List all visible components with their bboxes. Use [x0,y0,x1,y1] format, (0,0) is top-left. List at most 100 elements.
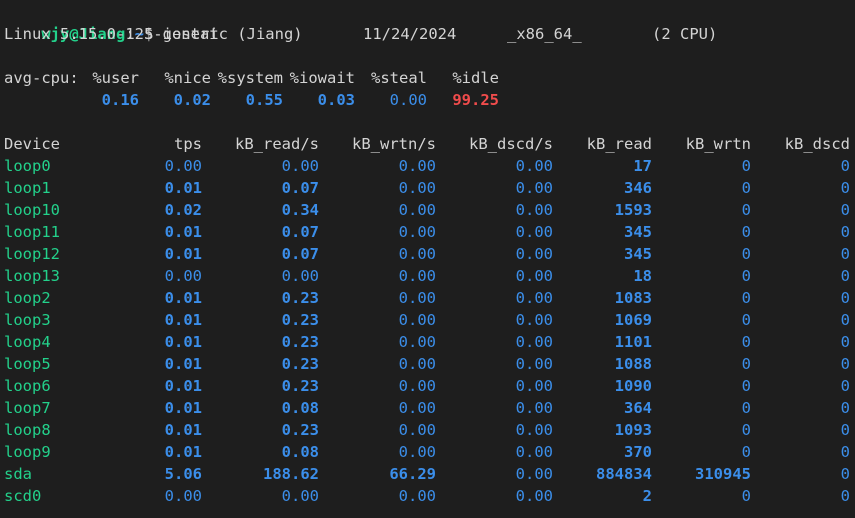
table-cell: 0.00 [164,267,202,285]
device-name: loop4 [4,333,51,351]
table-row: loop2 0.01 0.23 0.00 0.00 1083 0 0 [4,287,855,309]
table-cell: 0.00 [398,443,436,461]
table-cell: 0.00 [398,201,436,219]
device-table: Device tps kB_read/s kB_wrtn/s kB_dscd/s kB_r… [4,133,855,507]
avg-cpu-label: avg-cpu: [4,69,79,87]
cpu-value-user: 0.16 [101,91,139,109]
cpu-header-steal: %steal [371,69,427,87]
table-cell: 0.00 [398,311,436,329]
table-cell: 0 [840,421,850,439]
table-cell: 0.00 [515,201,553,219]
table-row: scd0 0.00 0.00 0.00 0.00 2 0 0 [4,485,855,507]
table-cell: 18 [633,267,652,285]
device-name: loop7 [4,399,51,417]
table-cell: 0.00 [515,443,553,461]
sysinfo-line: Linux 5.15.0-125-generic (Jiang) 11/24/2… [4,23,855,45]
table-cell: 0 [840,289,850,307]
table-cell: 0.00 [515,311,553,329]
table-cell: 0 [840,223,850,241]
table-row: loop8 0.01 0.23 0.00 0.00 1093 0 0 [4,419,855,441]
table-cell: 0 [840,311,850,329]
kernel-info: Linux 5.15.0-125-generic (Jiang) [4,25,303,43]
table-cell: 0 [741,223,751,241]
table-cell: 0.01 [164,289,202,307]
cpu-count-info: (2 CPU) [652,25,718,43]
device-name: loop11 [4,223,60,241]
column-header-kb_dscd: kB_dscd [784,135,850,153]
table-row: loop13 0.00 0.00 0.00 0.00 18 0 0 [4,265,855,287]
table-cell: 0 [840,157,850,175]
table-cell: 310945 [695,465,751,483]
table-cell: 0.00 [515,355,553,373]
table-cell: 0.23 [281,289,319,307]
table-cell: 5.06 [164,465,202,483]
table-cell: 0.00 [398,179,436,197]
cpu-header-system: %system [217,69,283,87]
table-cell: 0.01 [164,443,202,461]
table-cell: 0.00 [398,399,436,417]
table-cell: 0 [840,179,850,197]
table-cell: 1101 [614,333,652,351]
arch-info: _x86_64_ [507,25,582,43]
table-cell: 0 [741,157,751,175]
table-cell: 0.00 [398,377,436,395]
table-cell: 0.01 [164,311,202,329]
device-name: loop13 [4,267,60,285]
table-cell: 0.02 [164,201,202,219]
table-cell: 0 [741,421,751,439]
cpu-header-iowait: %iowait [289,69,355,87]
table-cell: 0.00 [515,421,553,439]
table-row: loop1 0.01 0.07 0.00 0.00 346 0 0 [4,177,855,199]
table-row: loop7 0.01 0.08 0.00 0.00 364 0 0 [4,397,855,419]
column-header-kb_dscd-s: kB_dscd/s [469,135,553,153]
table-cell: 1069 [614,311,652,329]
table-cell: 0.23 [281,421,319,439]
table-cell: 0.07 [281,179,319,197]
column-header-kb_read: kB_read [586,135,652,153]
table-cell: 0.01 [164,223,202,241]
table-row: loop6 0.01 0.23 0.00 0.00 1090 0 0 [4,375,855,397]
table-cell: 0.01 [164,421,202,439]
table-row: loop5 0.01 0.23 0.00 0.00 1088 0 0 [4,353,855,375]
table-cell: 0.00 [281,487,319,505]
table-cell: 0 [840,443,850,461]
table-cell: 0.00 [515,289,553,307]
device-name: loop0 [4,157,51,175]
table-cell: 0.01 [164,399,202,417]
table-cell: 0.08 [281,399,319,417]
table-cell: 0.07 [281,223,319,241]
prompt-line: wjy@Jiang:~$ iostat [41,25,219,43]
table-cell: 1088 [614,355,652,373]
table-cell: 66.29 [389,465,436,483]
table-cell: 0 [840,465,850,483]
device-name: loop1 [4,179,51,197]
column-header-kb_wrtn-s: kB_wrtn/s [352,135,436,153]
table-cell: 0.01 [164,245,202,263]
table-row: loop4 0.01 0.23 0.00 0.00 1101 0 0 [4,331,855,353]
cpu-value-idle: 99.25 [452,91,499,109]
table-cell: 0.01 [164,355,202,373]
table-cell: 0.01 [164,333,202,351]
table-cell: 0.00 [398,487,436,505]
device-name: loop5 [4,355,51,373]
table-cell: 0 [840,399,850,417]
table-cell: 0.00 [515,465,553,483]
column-header-kb_wrtn: kB_wrtn [685,135,751,153]
date-info: 11/24/2024 [363,25,457,43]
table-cell: 17 [633,157,652,175]
table-cell: 0.23 [281,355,319,373]
device-name: loop12 [4,245,60,263]
table-cell: 0 [741,399,751,417]
table-cell: 0.00 [515,267,553,285]
cpu-values-line: 0.16 0.02 0.55 0.03 0.00 99.25 [4,89,855,111]
cpu-value-system: 0.55 [245,91,283,109]
table-cell: 0.00 [398,421,436,439]
table-cell: 1593 [614,201,652,219]
table-cell: 0 [741,487,751,505]
table-cell: 0.00 [164,487,202,505]
table-cell: 370 [624,443,652,461]
column-header-kb_read-s: kB_read/s [235,135,319,153]
table-cell: 0.00 [515,179,553,197]
table-cell: 0.00 [281,267,319,285]
